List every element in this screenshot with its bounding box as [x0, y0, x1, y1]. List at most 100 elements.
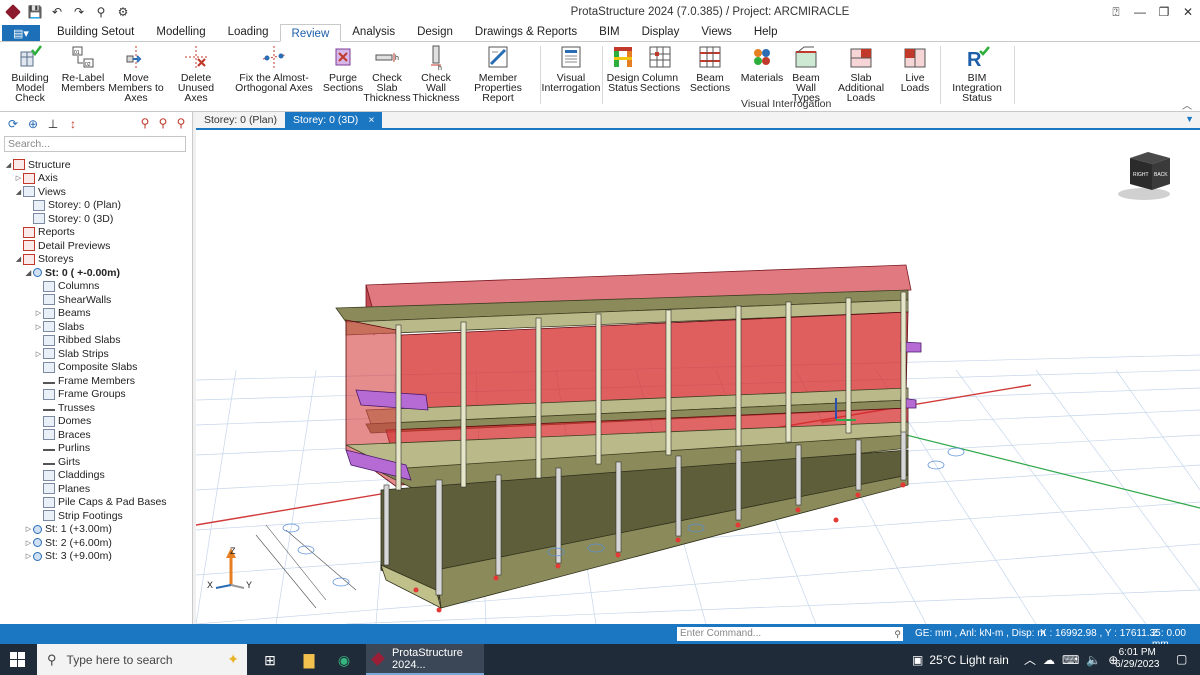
file-menu-button[interactable]: ▤▾ [2, 25, 40, 41]
tree-item-storey[interactable]: ▷ St: 1 (+3.00m) [0, 523, 192, 537]
beam-sections-button[interactable]: Beam Sections [682, 44, 738, 93]
tree-item-ribbed[interactable]: Ribbed Slabs [0, 334, 192, 348]
move-members-to-axes-button[interactable]: Move Members to Axes [106, 44, 166, 103]
tab-bim[interactable]: BIM [588, 23, 630, 41]
weather-widget[interactable]: ▣ 25°C Light rain [912, 644, 1009, 675]
tree-item-domes[interactable]: Domes [0, 415, 192, 429]
3d-model-canvas[interactable]: Z X Y RIGHT BACK [196, 130, 1200, 624]
tree-item-reports[interactable]: Reports [0, 226, 192, 240]
tab-views[interactable]: Views [690, 23, 742, 41]
tree-search-input[interactable]: Search... [4, 136, 186, 152]
relabel-members-button[interactable]: 01 02 Re-Label Members [61, 44, 105, 93]
tree-item-strip[interactable]: Strip Footings [0, 509, 192, 523]
tab-building-setout[interactable]: Building Setout [46, 23, 145, 41]
collapsed-arrow-icon[interactable]: ▷ [14, 174, 23, 182]
tree-item-braces[interactable]: Braces [0, 428, 192, 442]
purge-sections-button[interactable]: Purge Sections [323, 44, 363, 93]
zoom-in-icon[interactable]: ⚲ [138, 116, 152, 130]
tree-item-storey[interactable]: ▷ St: 2 (+6.00m) [0, 536, 192, 550]
collapsed-arrow-icon[interactable]: ▷ [34, 350, 43, 358]
tree-item-plan[interactable]: Storey: 0 (Plan) [0, 199, 192, 213]
tree-item-storey[interactable]: ▷ St: 3 (+9.00m) [0, 550, 192, 564]
tree-item-composite[interactable]: Composite Slabs [0, 361, 192, 375]
filter-icon[interactable]: ⚲ [94, 5, 108, 19]
zoom-fit-icon[interactable]: ⚲ [174, 116, 188, 130]
building-model[interactable] [335, 264, 922, 613]
restore-button[interactable]: ❐ [1152, 0, 1176, 24]
command-input[interactable]: Enter Command... ⚲ [677, 627, 903, 641]
redo-icon[interactable]: ↷ [72, 5, 86, 19]
command-search-icon[interactable]: ⚲ [894, 627, 901, 641]
close-button[interactable]: ✕ [1176, 0, 1200, 24]
tab-list-dropdown-icon[interactable]: ▼ [1185, 114, 1194, 124]
tree-item-slabs[interactable]: ▷ Slabs [0, 320, 192, 334]
volume-icon[interactable]: 🔈 [1086, 653, 1101, 667]
collapsed-arrow-icon[interactable]: ▷ [34, 309, 43, 317]
tab-modelling[interactable]: Modelling [145, 23, 216, 41]
collapsed-arrow-icon[interactable]: ▷ [24, 539, 33, 547]
save-icon[interactable]: 💾 [28, 5, 43, 19]
viewcube-face-back[interactable]: BACK [1154, 172, 1168, 178]
tab-storey-3d[interactable]: Storey: 0 (3D) × [284, 112, 383, 128]
notifications-icon[interactable]: ▢ [1176, 652, 1187, 666]
refresh-icon[interactable]: ⟳ [6, 117, 20, 131]
tree-item-shearwalls[interactable]: ShearWalls [0, 293, 192, 307]
task-view-icon[interactable]: ⊞ [260, 650, 280, 670]
help-window-icon[interactable]: ⍰ [1104, 0, 1128, 24]
zoom-out-icon[interactable]: ⚲ [156, 116, 170, 130]
file-explorer-icon[interactable]: ▇ [299, 650, 319, 670]
collapsed-arrow-icon[interactable]: ▷ [24, 552, 33, 560]
check-wall-thickness-button[interactable]: h Check Wall Thickness [412, 44, 460, 103]
slab-additional-loads-button[interactable]: Slab Additional Loads [830, 44, 892, 103]
tab-display[interactable]: Display [631, 23, 691, 41]
fix-almost-orthogonal-axes-button[interactable]: Fix the Almost-Orthogonal Axes [228, 44, 320, 93]
tree-item-storey[interactable]: ◢ St: 0 ( +-0.00m) [0, 266, 192, 280]
show-hidden-icons-icon[interactable]: ︿ [1024, 651, 1036, 668]
sort-icon[interactable]: ↕ [66, 117, 80, 131]
keyboard-icon[interactable]: ⌨ [1062, 653, 1079, 667]
tab-loading[interactable]: Loading [217, 23, 280, 41]
beam-wall-types-button[interactable]: Beam Wall Types [784, 44, 828, 103]
tab-design[interactable]: Design [406, 23, 464, 41]
tab-analysis[interactable]: Analysis [341, 23, 406, 41]
view-cube[interactable]: RIGHT BACK [1118, 152, 1170, 200]
close-tab-icon[interactable]: × [368, 114, 374, 126]
tab-storey-plan[interactable]: Storey: 0 (Plan) [196, 112, 285, 128]
taskbar-search-box[interactable]: ⚲ Type here to search ✦ [37, 644, 247, 675]
3d-viewport[interactable]: Z X Y RIGHT BACK [196, 130, 1200, 624]
tree-item-purlins[interactable]: Purlins [0, 442, 192, 456]
tree-item-axis[interactable]: ▷ Axis [0, 172, 192, 186]
tree-item-framegroups[interactable]: Frame Groups [0, 388, 192, 402]
tree-item-pilecaps[interactable]: Pile Caps & Pad Bases [0, 496, 192, 510]
collapsed-arrow-icon[interactable]: ▷ [24, 525, 33, 533]
tree-item-views[interactable]: ◢ Views [0, 185, 192, 199]
member-properties-report-button[interactable]: Member Properties Report [462, 44, 534, 103]
tree-item-structure[interactable]: ◢ Structure [0, 158, 192, 172]
settings-gear-icon[interactable]: ⚙ [116, 5, 130, 19]
viewcube-face-right[interactable]: RIGHT [1133, 172, 1149, 178]
collapse-ribbon-icon[interactable]: ︿ [1182, 97, 1192, 112]
materials-button[interactable]: Materials [741, 44, 783, 83]
design-status-button[interactable]: Design Status [606, 44, 640, 93]
tab-drawings-reports[interactable]: Drawings & Reports [464, 23, 588, 41]
undo-icon[interactable]: ↶ [50, 5, 64, 19]
column-sections-button[interactable]: Column Sections [640, 44, 680, 93]
tree-item-frame[interactable]: Frame Members [0, 374, 192, 388]
tree-item-girts[interactable]: Girts [0, 455, 192, 469]
cloud-icon[interactable]: ☁ [1043, 653, 1055, 667]
tree-item-trusses[interactable]: Trusses [0, 401, 192, 415]
building-model-check-button[interactable]: Building Model Check [4, 44, 56, 103]
globe-icon[interactable]: ⊕ [26, 117, 40, 131]
tab-review[interactable]: Review [279, 24, 342, 42]
tree-item-storeys[interactable]: ◢ Storeys [0, 253, 192, 267]
expanded-arrow-icon[interactable]: ◢ [24, 269, 33, 277]
bim-integration-status-button[interactable]: R BIM Integration Status [946, 44, 1008, 103]
windows-start-icon[interactable] [10, 652, 25, 667]
minimize-button[interactable]: — [1128, 0, 1152, 24]
expanded-arrow-icon[interactable]: ◢ [4, 161, 13, 169]
visual-interrogation-button[interactable]: Visual Interrogation [542, 44, 601, 93]
tree-item-strips[interactable]: ▷ Slab Strips [0, 347, 192, 361]
tree-item-beams[interactable]: ▷ Beams [0, 307, 192, 321]
edge-browser-icon[interactable]: ◉ [334, 650, 354, 670]
tree-item-3d[interactable]: Storey: 0 (3D) [0, 212, 192, 226]
